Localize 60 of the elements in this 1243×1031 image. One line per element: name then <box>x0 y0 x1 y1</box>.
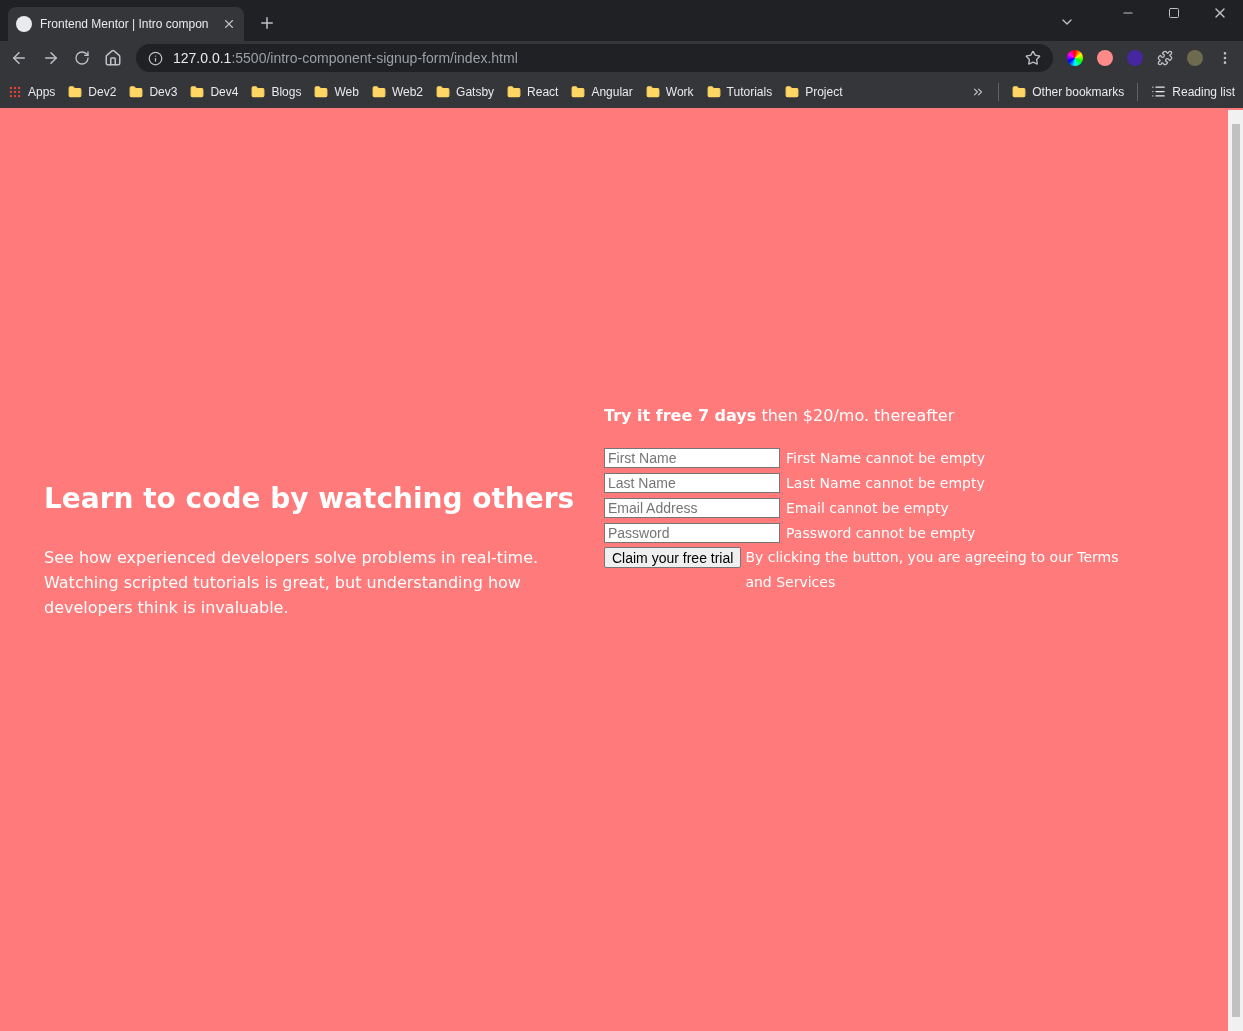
folder-icon <box>129 84 144 99</box>
bookmark-folder[interactable]: Gatsby <box>436 84 495 99</box>
offer-text: Try it free 7 days then $20/mo. thereafter <box>604 406 956 425</box>
folder-icon <box>251 84 266 99</box>
description: See how experienced developers solve problems in real-time. Watching scripted tutorials is great, but understanding how developers think is invaluable. <box>44 546 540 619</box>
url-text: 127.0.0.1:5500/intro-component-signup-form/index.html <box>173 50 519 66</box>
terms-text: By clicking the button, you are agreeing to our Terms and Services <box>745 548 1120 592</box>
scrollbar[interactable] <box>1228 110 1243 1031</box>
bookmark-folder[interactable]: Angular <box>571 84 633 99</box>
reading-list-link[interactable]: Reading list <box>1151 84 1235 99</box>
apps-link[interactable]: Apps <box>8 84 56 99</box>
folder-icon <box>68 84 83 99</box>
star-icon[interactable] <box>1025 50 1041 66</box>
bookmark-folder[interactable]: Dev4 <box>190 84 239 99</box>
folder-icon <box>190 84 205 99</box>
error-message: Password cannot be empty <box>786 524 976 541</box>
page-heading: Learn to code by watching others <box>44 481 576 515</box>
error-message: Email cannot be empty <box>786 499 949 516</box>
back-icon[interactable] <box>10 49 28 67</box>
folder-icon <box>571 84 586 99</box>
folder-icon <box>1012 84 1027 99</box>
color-wheel-icon[interactable] <box>1067 50 1083 66</box>
bookmark-folder[interactable]: Web2 <box>371 84 424 99</box>
bookmark-folder[interactable]: Other bookmarks <box>1012 84 1125 99</box>
forward-icon[interactable] <box>42 49 60 67</box>
puzzle-icon[interactable] <box>1157 50 1173 66</box>
extension-icon[interactable] <box>1097 50 1113 66</box>
apps-grid-icon <box>8 84 22 99</box>
bookmark-folder[interactable]: Blogs <box>251 84 302 99</box>
folder-icon <box>371 84 386 99</box>
bookmark-folder[interactable]: Dev2 <box>68 84 117 99</box>
folder-icon <box>645 84 660 99</box>
browser-tab[interactable]: Frontend Mentor | Intro compon <box>8 7 244 41</box>
folder-icon <box>507 84 522 99</box>
bookmark-folder[interactable]: Dev3 <box>129 84 178 99</box>
folder-icon <box>436 84 451 99</box>
error-message: First Name cannot be empty <box>786 449 986 466</box>
bookmark-folder[interactable]: Tutorials <box>706 84 773 99</box>
address-bar[interactable]: 127.0.0.1:5500/intro-component-signup-form/index.html <box>136 44 1053 72</box>
input-field[interactable]: Password <box>604 522 780 543</box>
bookmark-folder[interactable]: React <box>507 84 559 99</box>
error-message: Last Name cannot be empty <box>786 474 985 491</box>
list-icon <box>1151 84 1167 99</box>
info-icon <box>148 50 163 66</box>
bookmark-folder[interactable]: Project <box>785 84 843 99</box>
new-tab-icon[interactable] <box>258 14 276 32</box>
home-icon[interactable] <box>104 49 122 67</box>
folder-icon <box>785 84 800 99</box>
input-field[interactable]: First Name <box>604 447 780 468</box>
input-field[interactable]: Last Name <box>604 472 780 493</box>
bookmark-folder[interactable]: Web <box>314 84 359 99</box>
input-field[interactable]: Email Address <box>604 497 780 518</box>
bookmark-folder[interactable]: Work <box>645 84 694 99</box>
folder-icon <box>706 84 721 99</box>
reload-icon[interactable] <box>74 50 90 66</box>
claim-trial-button[interactable]: Claim your free trial <box>604 547 742 568</box>
folder-icon <box>314 84 329 99</box>
favicon-icon <box>16 16 32 32</box>
close-tab-icon[interactable] <box>222 17 236 31</box>
tab-title: Frontend Mentor | Intro compon <box>40 17 210 31</box>
